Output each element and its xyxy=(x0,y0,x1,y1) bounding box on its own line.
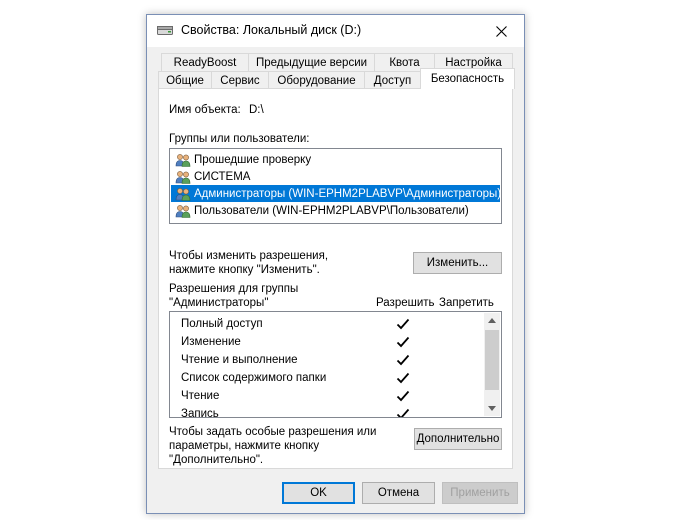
permission-label: Чтение xyxy=(181,390,220,402)
permissions-list[interactable]: Полный доступ Изменение Чтение и выполне… xyxy=(169,311,502,418)
permission-label: Чтение и выполнение xyxy=(181,354,298,366)
tab-label: Оборудование xyxy=(277,74,356,87)
scrollbar-thumb[interactable] xyxy=(485,330,499,390)
tab-readyboost[interactable]: ReadyBoost xyxy=(161,53,249,71)
permission-row-modify: Изменение xyxy=(171,334,485,352)
advanced-hint-line1: Чтобы задать особые разрешения или xyxy=(169,426,377,438)
group-item-authenticated-users[interactable]: Прошедшие проверку xyxy=(171,151,500,168)
tab-label: Квота xyxy=(389,56,420,69)
group-item-users[interactable]: Пользователи (WIN-EPHM2PLABVP\Пользовате… xyxy=(171,202,500,219)
tab-label: Безопасность xyxy=(430,73,505,85)
tab-tools[interactable]: Сервис xyxy=(211,71,269,89)
allow-check-icon xyxy=(396,372,410,384)
advanced-hint-line2: параметры, нажмите кнопку xyxy=(169,440,320,452)
permissions-scrollbar[interactable] xyxy=(484,313,500,416)
close-icon xyxy=(495,25,507,37)
tab-general[interactable]: Общие xyxy=(158,71,212,89)
tab-sharing[interactable]: Доступ xyxy=(364,71,421,89)
permission-row-read-execute: Чтение и выполнение xyxy=(171,352,485,370)
permissions-label-line1: Разрешения для группы xyxy=(169,283,299,295)
group-item-label: Пользователи (WIN-EPHM2PLABVP\Пользовате… xyxy=(194,204,469,217)
group-item-label: Администраторы (WIN-EPHM2PLABVP\Админист… xyxy=(194,187,502,200)
tab-hardware[interactable]: Оборудование xyxy=(268,71,365,89)
allow-check-icon xyxy=(396,318,410,330)
change-hint-line1: Чтобы изменить разрешения, xyxy=(169,250,329,262)
properties-window: Свойства: Локальный диск (D:) ReadyBoost… xyxy=(146,14,525,514)
group-item-label: Прошедшие проверку xyxy=(194,153,312,166)
users-icon xyxy=(175,170,191,184)
permission-row-list-folder: Список содержимого папки xyxy=(171,370,485,388)
window-title: Свойства: Локальный диск (D:) xyxy=(181,23,362,37)
tab-label: ReadyBoost xyxy=(173,56,237,69)
deny-column-header: Запретить xyxy=(439,297,494,309)
allow-check-icon xyxy=(396,354,410,366)
permissions-label-line2: "Администраторы" xyxy=(169,297,269,309)
permission-row-read: Чтение xyxy=(171,388,485,406)
change-hint-line2: нажмите кнопку "Изменить". xyxy=(169,264,320,276)
object-name-value: D:\ xyxy=(249,104,264,116)
allow-check-icon xyxy=(396,408,410,417)
group-item-administrators[interactable]: Администраторы (WIN-EPHM2PLABVP\Админист… xyxy=(171,185,502,202)
tab-security[interactable]: Безопасность xyxy=(420,68,515,89)
drive-icon xyxy=(157,26,173,35)
users-icon xyxy=(175,204,191,218)
scroll-down-arrow-icon[interactable] xyxy=(488,406,496,411)
close-button[interactable] xyxy=(478,15,524,47)
permission-label: Список содержимого папки xyxy=(181,372,327,384)
object-name-label: Имя объекта: xyxy=(169,104,241,116)
security-panel: Имя объекта: D:\ Группы или пользователи… xyxy=(158,88,513,469)
permission-row-full-control: Полный доступ xyxy=(171,316,485,334)
apply-button[interactable]: Применить xyxy=(442,482,518,504)
tab-label: Доступ xyxy=(373,74,412,87)
scroll-up-arrow-icon[interactable] xyxy=(488,318,496,323)
title-bar[interactable]: Свойства: Локальный диск (D:) xyxy=(147,15,524,47)
tab-label: Сервис xyxy=(220,74,260,87)
permission-label: Запись xyxy=(181,408,219,417)
groups-list[interactable]: Прошедшие проверку СИСТЕМА Администратор… xyxy=(169,148,502,224)
permission-label: Полный доступ xyxy=(181,318,263,330)
permission-row-write: Запись xyxy=(171,406,485,417)
group-item-label: СИСТЕМА xyxy=(194,170,251,183)
users-icon xyxy=(175,187,191,201)
tab-label: Предыдущие версии xyxy=(255,56,368,69)
ok-button[interactable]: OK xyxy=(282,482,355,504)
group-item-system[interactable]: СИСТЕМА xyxy=(171,168,500,185)
tab-label: Настройка xyxy=(445,56,502,69)
users-icon xyxy=(175,153,191,167)
edit-button[interactable]: Изменить... xyxy=(413,252,502,274)
tab-label: Общие xyxy=(166,74,204,87)
allow-column-header: Разрешить xyxy=(376,297,435,309)
tab-previous-versions[interactable]: Предыдущие версии xyxy=(248,53,375,71)
allow-check-icon xyxy=(396,390,410,402)
groups-label: Группы или пользователи: xyxy=(169,133,310,145)
cancel-button[interactable]: Отмена xyxy=(362,482,435,504)
advanced-hint-line3: "Дополнительно". xyxy=(169,454,264,466)
permission-label: Изменение xyxy=(181,336,241,348)
advanced-button[interactable]: Дополнительно xyxy=(414,428,502,450)
allow-check-icon xyxy=(396,336,410,348)
